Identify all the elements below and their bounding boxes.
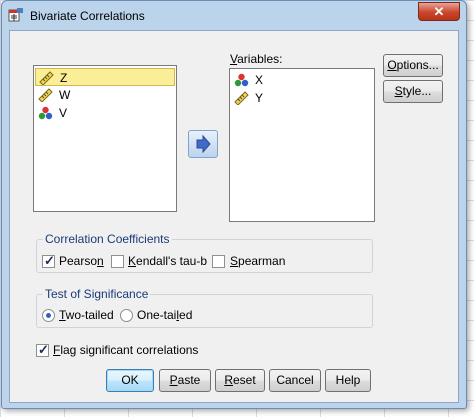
help-button[interactable]: Help (325, 369, 371, 392)
reset-button[interactable]: Reset (215, 369, 265, 392)
dialog-window: Bivariate Correlations ✕ ZWV Variables: … (1, 0, 467, 409)
test-of-significance-title: Test of Significance (43, 287, 151, 301)
variable-label: X (255, 73, 264, 87)
ruler-icon (234, 91, 249, 105)
variables-label: Variables: (230, 52, 283, 66)
nominal-balls-icon (234, 73, 249, 87)
one-tailed-label[interactable]: One-tailed (137, 308, 192, 322)
cancel-button[interactable]: Cancel (269, 369, 321, 392)
source-variable-item-w[interactable]: W (35, 86, 175, 104)
variable-label: Z (60, 71, 68, 85)
style-button[interactable]: Style... (383, 80, 443, 103)
flag-significant-label[interactable]: Flag significant correlations (53, 343, 198, 357)
pearson-label[interactable]: Pearson (59, 254, 104, 268)
variables-list[interactable]: XY (229, 68, 375, 222)
two-tailed-radio[interactable] (42, 309, 55, 322)
source-variable-item-v[interactable]: V (35, 104, 175, 122)
close-icon: ✕ (433, 4, 445, 19)
spearman-label[interactable]: Spearman (230, 254, 285, 268)
two-tailed-label[interactable]: Two-tailed (59, 308, 114, 322)
variable-label: Y (255, 91, 264, 105)
source-variable-item-z[interactable]: Z (35, 68, 175, 86)
ruler-icon (38, 88, 53, 102)
dialog-body: ZWV Variables: XY Options... Style... Co… (9, 30, 459, 403)
ruler-icon (39, 71, 54, 85)
spss-dialog-icon (8, 8, 23, 22)
options-button[interactable]: Options... (383, 54, 443, 77)
title-bar[interactable]: Bivariate Correlations ✕ (2, 1, 466, 29)
selected-variable-item-y[interactable]: Y (231, 89, 373, 107)
check-icon: ✓ (44, 253, 55, 268)
variable-label: V (59, 106, 68, 120)
one-tailed-radio[interactable] (120, 309, 133, 322)
ok-button[interactable]: OK (106, 369, 154, 392)
right-arrow-icon (196, 134, 211, 154)
spearman-checkbox[interactable] (212, 255, 225, 268)
variable-label: W (59, 88, 71, 102)
move-to-variables-button[interactable] (188, 130, 218, 158)
radio-selected-dot (46, 313, 51, 318)
flag-significant-checkbox[interactable]: ✓ (36, 342, 49, 357)
correlation-coefficients-title: Correlation Coefficients (43, 232, 172, 246)
kendall-checkbox[interactable] (111, 255, 124, 268)
close-button[interactable]: ✕ (418, 2, 460, 21)
selected-variable-item-x[interactable]: X (231, 71, 373, 89)
nominal-balls-icon (38, 106, 53, 120)
window-title: Bivariate Correlations (30, 9, 145, 23)
paste-button[interactable]: Paste (159, 369, 211, 392)
source-variable-list[interactable]: ZWV (33, 65, 177, 212)
check-icon: ✓ (38, 342, 49, 357)
pearson-checkbox[interactable]: ✓ (42, 253, 55, 268)
kendall-label[interactable]: Kendall's tau-b (128, 254, 207, 268)
